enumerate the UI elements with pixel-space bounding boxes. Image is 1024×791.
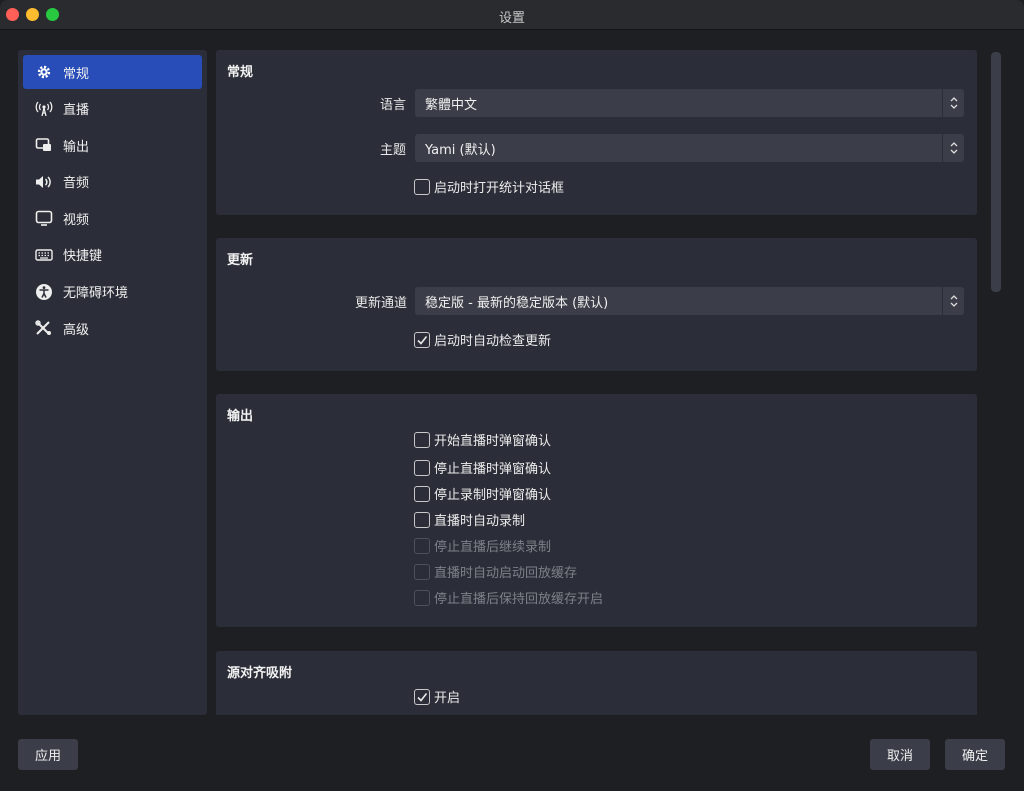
- group-title: 更新: [227, 253, 254, 268]
- window-title: 设置: [498, 11, 525, 26]
- sidebar-item-general[interactable]: 常规: [23, 55, 202, 89]
- sidebar-item-label: 常规: [63, 66, 90, 82]
- sidebar-item-audio[interactable]: 音频: [23, 165, 202, 199]
- theme-select[interactable]: Yami (默认): [415, 134, 964, 162]
- checkbox-box: [414, 688, 430, 705]
- checkbox-label: 开始直播时弹窗确认: [434, 434, 552, 449]
- checkbox-label: 停止直播后继续录制: [434, 540, 552, 555]
- open-stats-checkbox[interactable]: 启动时打开统计对话框: [414, 177, 564, 196]
- sidebar-item-stream[interactable]: 直播: [23, 92, 202, 126]
- checkbox-box: [414, 459, 430, 476]
- checkbox-box: [414, 589, 430, 606]
- group-title: 常规: [227, 65, 254, 80]
- sidebar-item-label: 快捷键: [63, 249, 103, 265]
- updown-chevron-icon: [942, 287, 964, 315]
- checkbox-box: [414, 563, 430, 580]
- snapping-group: 源对齐吸附 开启: [216, 651, 977, 715]
- checkbox-box: [414, 511, 430, 528]
- updown-chevron-icon: [942, 89, 964, 117]
- theme-label: 主题: [379, 143, 406, 158]
- sidebar-item-video[interactable]: 视频: [23, 201, 202, 235]
- checkbox-label: 停止直播时弹窗确认: [434, 462, 552, 477]
- sidebar-item-label: 音频: [63, 176, 90, 192]
- general-group: 常规 语言 繁體中文 主题 Yami (默认) 启动时打开统计对话框: [216, 50, 977, 215]
- keep-recording-checkbox: 停止直播后继续录制: [414, 536, 551, 555]
- checkbox-label: 启动时打开统计对话框: [434, 181, 565, 196]
- checkmark-icon: [417, 335, 428, 345]
- keep-replay-buffer-checkbox: 停止直播后保持回放缓存开启: [414, 588, 603, 607]
- update-channel-select[interactable]: 稳定版 - 最新的稳定版本 (默认): [415, 287, 964, 315]
- updown-chevron-icon: [942, 134, 964, 162]
- checkbox-box: [414, 178, 430, 195]
- checkbox-label: 直播时自动启动回放缓存: [434, 566, 578, 581]
- checkbox-box: [414, 537, 430, 554]
- gear-icon: [35, 63, 53, 81]
- checkbox-box: [414, 485, 430, 502]
- tools-icon: [35, 319, 53, 337]
- checkbox-label: 开启: [434, 691, 461, 706]
- update-channel-value: 稳定版 - 最新的稳定版本 (默认): [425, 295, 609, 311]
- language-select[interactable]: 繁體中文: [415, 89, 964, 117]
- sidebar-item-accessibility[interactable]: 无障碍环境: [23, 275, 202, 309]
- sidebar-item-label: 视频: [63, 212, 90, 228]
- checkmark-icon: [417, 692, 428, 702]
- language-label: 语言: [379, 98, 406, 113]
- group-title: 输出: [227, 409, 254, 424]
- checkbox-label: 停止直播后保持回放缓存开启: [434, 592, 604, 607]
- antenna-icon: [35, 100, 53, 118]
- group-title: 源对齐吸附: [227, 666, 293, 681]
- cancel-button[interactable]: 取消: [870, 739, 930, 770]
- language-value: 繁體中文: [425, 97, 478, 113]
- sidebar-item-hotkeys[interactable]: 快捷键: [23, 238, 202, 272]
- confirm-stop-stream-checkbox[interactable]: 停止直播时弹窗确认: [414, 458, 551, 477]
- auto-record-checkbox[interactable]: 直播时自动录制: [414, 510, 525, 529]
- sidebar-item-label: 高级: [63, 322, 90, 338]
- checkbox-label: 直播时自动录制: [434, 514, 526, 529]
- output-group: 输出 开始直播时弹窗确认 停止直播时弹窗确认 停止录制时弹窗确认 直播时自动录制…: [216, 394, 977, 627]
- sidebar-item-label: 输出: [63, 139, 90, 155]
- confirm-start-stream-checkbox[interactable]: 开始直播时弹窗确认: [414, 430, 551, 449]
- accessibility-icon: [35, 283, 53, 301]
- confirm-stop-record-checkbox[interactable]: 停止录制时弹窗确认: [414, 484, 551, 503]
- auto-replay-buffer-checkbox: 直播时自动启动回放缓存: [414, 562, 577, 581]
- keyboard-icon: [35, 246, 53, 264]
- sidebar-item-output[interactable]: 输出: [23, 128, 202, 162]
- checkbox-box: [414, 431, 430, 448]
- update-group: 更新 更新通道 稳定版 - 最新的稳定版本 (默认) 启动时自动检查更新: [216, 238, 977, 371]
- speaker-icon: [35, 173, 53, 191]
- theme-value: Yami (默认): [425, 142, 496, 158]
- output-icon: [35, 136, 53, 154]
- content-scrollbar[interactable]: [990, 50, 1002, 715]
- ok-button[interactable]: 确定: [945, 739, 1005, 770]
- settings-window: 设置 常规 直播 输出 音频 视频 快捷键 无障碍环境 高级 常规 语言 繁體中…: [0, 0, 1024, 791]
- auto-check-updates-checkbox[interactable]: 启动时自动检查更新: [414, 330, 551, 349]
- sidebar-item-label: 无障碍环境: [63, 286, 129, 302]
- sidebar-item-advanced[interactable]: 高级: [23, 311, 202, 345]
- checkbox-label: 停止录制时弹窗确认: [434, 488, 552, 503]
- checkbox-box: [414, 331, 430, 348]
- apply-button[interactable]: 应用: [18, 739, 78, 770]
- sidebar-item-label: 直播: [63, 103, 90, 119]
- settings-content: 常规 语言 繁體中文 主题 Yami (默认) 启动时打开统计对话框 更新 更新…: [216, 50, 978, 715]
- scrollbar-thumb[interactable]: [991, 52, 1001, 292]
- title-bar: 设置: [0, 0, 1024, 30]
- update-channel-label: 更新通道: [354, 296, 407, 311]
- checkbox-label: 启动时自动检查更新: [434, 334, 552, 349]
- snapping-enable-checkbox[interactable]: 开启: [414, 687, 460, 706]
- settings-sidebar: 常规 直播 输出 音频 视频 快捷键 无障碍环境 高级: [18, 50, 207, 715]
- monitor-icon: [35, 209, 53, 227]
